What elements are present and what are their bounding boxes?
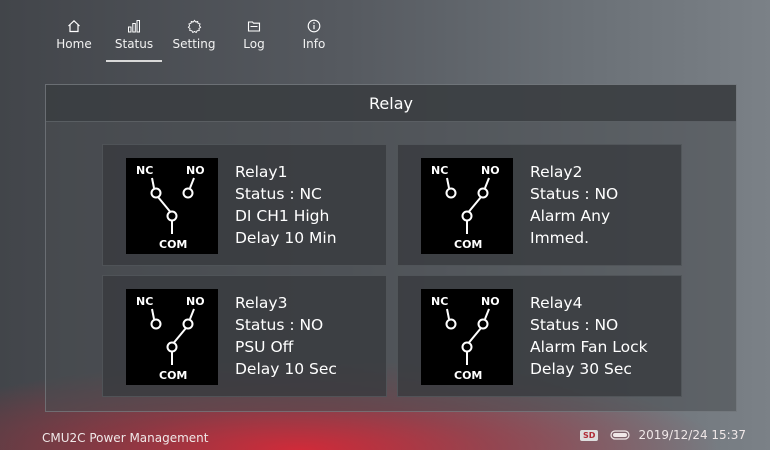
- no-label: NO: [186, 295, 205, 308]
- relay-contact-diagram: NC NO COM: [421, 289, 513, 385]
- switch-arm: [468, 327, 482, 344]
- sd-card-icon: SD: [580, 429, 599, 441]
- relay-card-1[interactable]: NC NO COM Relay1 Status : NC DI CH1 High…: [102, 144, 387, 266]
- relay-name: Relay2: [530, 163, 583, 181]
- relay-contact-diagram: NC NO COM: [421, 158, 513, 254]
- relay-trigger: Alarm Fan Lock: [530, 338, 648, 356]
- status-bar: CMU2C Power Management SD 2019/12/24 15:…: [0, 422, 770, 450]
- top-navigation: Home Status Setting Log Info: [44, 0, 344, 64]
- tab-label: Status: [114, 37, 154, 51]
- gear-icon: [187, 18, 202, 34]
- relay-status: Status : NO: [530, 316, 619, 334]
- relay-delay: Delay 10 Min: [235, 229, 337, 247]
- switch-arm: [173, 327, 187, 344]
- no-label: NO: [481, 164, 500, 177]
- no-label: NO: [186, 164, 205, 177]
- com-label: COM: [159, 238, 187, 251]
- relay-trigger: DI CH1 High: [235, 207, 330, 225]
- relay-panel: Relay NC NO COM Relay1 Status : NC DI CH…: [45, 84, 737, 412]
- relay-trigger: PSU Off: [235, 338, 294, 356]
- battery-icon: [610, 430, 632, 440]
- nc-label: NC: [136, 295, 153, 308]
- relay-status: Status : NO: [530, 185, 619, 203]
- relay-card-4[interactable]: NC NO COM Relay4 Status : NO Alarm Fan L…: [397, 275, 682, 397]
- relay-contact-diagram: NC NO COM: [126, 158, 218, 254]
- info-icon: [307, 18, 321, 34]
- tab-info[interactable]: Info: [284, 0, 344, 64]
- nc-label: NC: [431, 295, 448, 308]
- tab-label: Setting: [172, 37, 216, 51]
- relay-delay: Immed.: [530, 229, 590, 247]
- relay-name: Relay3: [235, 294, 288, 312]
- app-name: CMU2C Power Management: [42, 431, 209, 445]
- relay-delay: Delay 30 Sec: [530, 360, 632, 378]
- tab-label: Home: [56, 37, 92, 51]
- relay-contact-diagram: NC NO COM: [126, 289, 218, 385]
- switch-arm: [157, 196, 171, 213]
- com-label: COM: [159, 369, 187, 382]
- relay-status: Status : NO: [235, 316, 324, 334]
- relay-card-2[interactable]: NC NO COM Relay2 Status : NO Alarm Any I…: [397, 144, 682, 266]
- com-label: COM: [454, 369, 482, 382]
- tab-label: Log: [243, 37, 265, 51]
- nc-label: NC: [431, 164, 448, 177]
- home-icon: [67, 18, 81, 34]
- switch-arm: [468, 196, 482, 213]
- relay-card-3[interactable]: NC NO COM Relay3 Status : NO PSU Off Del…: [102, 275, 387, 397]
- tab-home[interactable]: Home: [44, 0, 104, 64]
- relay-name: Relay1: [235, 163, 288, 181]
- tab-setting[interactable]: Setting: [164, 0, 224, 64]
- panel-title: Relay: [46, 85, 736, 122]
- com-label: COM: [454, 238, 482, 251]
- tab-log[interactable]: Log: [224, 0, 284, 64]
- relay-delay: Delay 10 Sec: [235, 360, 337, 378]
- folder-icon: [247, 18, 261, 34]
- datetime: 2019/12/24 15:37: [638, 428, 746, 442]
- tab-status[interactable]: Status: [104, 0, 164, 64]
- relay-name: Relay4: [530, 294, 583, 312]
- relay-status: Status : NC: [235, 185, 322, 203]
- relay-trigger: Alarm Any: [530, 207, 611, 225]
- tab-label: Info: [302, 37, 326, 51]
- bar-chart-icon: [127, 18, 141, 34]
- nc-label: NC: [136, 164, 153, 177]
- no-label: NO: [481, 295, 500, 308]
